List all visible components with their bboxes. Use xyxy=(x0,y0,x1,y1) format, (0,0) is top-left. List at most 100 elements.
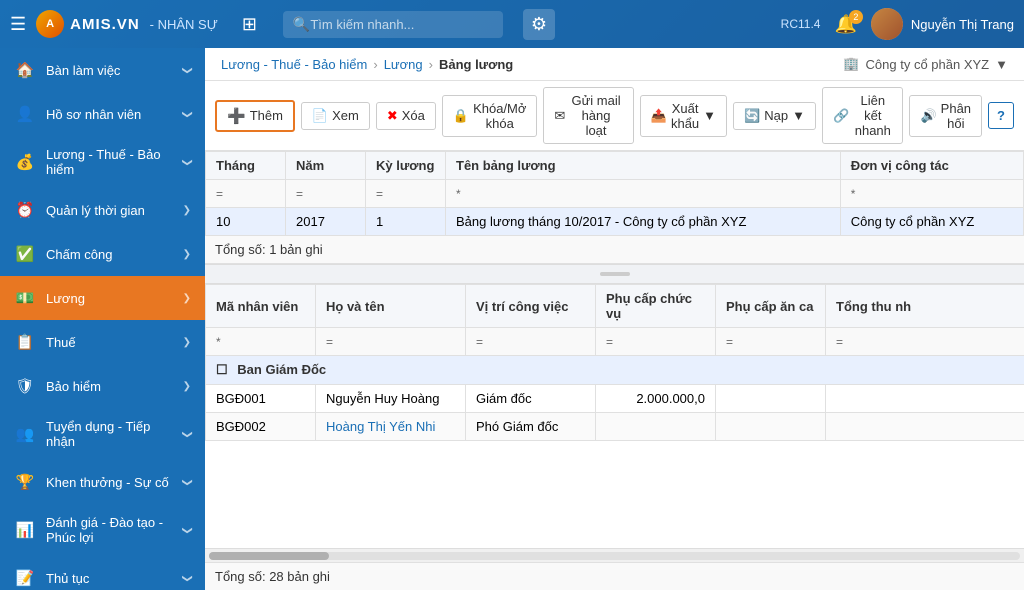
insurance-icon: 🛡 xyxy=(14,375,36,397)
navbar: ☰ A AMIS.VN - NHÂN SỰ ⊞ 🔍 ⚙ RC11.4 🔔 2 N… xyxy=(0,0,1024,48)
cell-tong-thu-2 xyxy=(826,413,1024,441)
col-don-vi-cong-tac: Đơn vị công tác xyxy=(840,152,1023,180)
broadcast-icon: 🔊 xyxy=(920,108,936,124)
chevron-right-icon xyxy=(183,248,191,260)
lock-icon: 🔒 xyxy=(453,108,469,124)
filter-phu-cap-chuc-vu[interactable] xyxy=(606,335,626,349)
add-label: Thêm xyxy=(250,108,283,123)
send-mail-button[interactable]: ✉ Gửi mail hàng loạt xyxy=(543,87,633,144)
cell-don-vi: Công ty cổ phần XYZ xyxy=(840,208,1023,236)
filter-ky-luong[interactable] xyxy=(376,187,396,201)
upper-filter-row xyxy=(206,180,1024,208)
scrollbar-thumb[interactable] xyxy=(209,552,329,560)
cell-phu-cap-cv-2 xyxy=(596,413,716,441)
sidebar-item-luong-thue-bao-hiem[interactable]: 💰 Lương - Thuế - Bảo hiểm xyxy=(0,136,205,188)
group-checkbox[interactable]: ☐ xyxy=(216,362,228,377)
sidebar-item-thu-tuc[interactable]: 📝 Thủ tục xyxy=(0,556,205,590)
col-thang: Tháng xyxy=(206,152,286,180)
lower-table-wrapper[interactable]: Mã nhân viên Họ và tên Vị trí công việc … xyxy=(205,284,1024,548)
eval-icon: 📊 xyxy=(14,519,36,541)
user-info[interactable]: Nguyễn Thị Trang xyxy=(871,8,1014,40)
help-button[interactable]: ? xyxy=(988,102,1014,129)
sidebar-item-khen-thuong[interactable]: 🏆 Khen thưởng - Sự cố xyxy=(0,460,205,504)
dropdown-icon: ▼ xyxy=(995,57,1008,72)
horizontal-scrollbar[interactable] xyxy=(205,548,1024,562)
quick-link-label: Liên kết nhanh xyxy=(853,93,892,138)
upper-table: Tháng Năm Kỳ lương Tên bảng lương Đơn vị… xyxy=(205,151,1024,236)
lower-section: Mã nhân viên Họ và tên Vị trí công việc … xyxy=(205,284,1024,590)
grid-icon[interactable]: ⊞ xyxy=(242,14,257,35)
sidebar: 🏠 Bàn làm việc 👤 Hồ sơ nhân viên 💰 Lương… xyxy=(0,48,205,590)
notification-icon[interactable]: 🔔 2 xyxy=(834,14,856,35)
sidebar-item-luong[interactable]: 💵 Lương xyxy=(0,276,205,320)
filter-thang[interactable] xyxy=(216,187,236,201)
delete-button[interactable]: ✖ Xóa xyxy=(376,102,436,130)
chevron-down-icon xyxy=(183,572,191,584)
sidebar-item-tuyen-dung[interactable]: 👥 Tuyển dụng - Tiếp nhận xyxy=(0,408,205,460)
logo-icon: A xyxy=(36,10,64,38)
filter-nam[interactable] xyxy=(296,187,316,201)
upper-table-row[interactable]: 10 2017 1 Bảng lương tháng 10/2017 - Côn… xyxy=(206,208,1024,236)
sidebar-item-danh-gia[interactable]: 📊 Đánh giá - Đào tạo - Phúc lợi xyxy=(0,504,205,556)
chevron-down-icon xyxy=(183,108,191,120)
lower-table-row-2[interactable]: BGĐ002 Hoàng Thị Yến Nhi Phó Giám đốc xyxy=(206,413,1024,441)
sidebar-item-quan-ly-thoi-gian[interactable]: ⏰ Quản lý thời gian xyxy=(0,188,205,232)
sidebar-label: Hồ sơ nhân viên xyxy=(46,107,183,122)
chevron-right-icon xyxy=(183,380,191,392)
view-button[interactable]: 📄 Xem xyxy=(301,102,370,130)
breadcrumb-link-2[interactable]: Lương xyxy=(384,57,423,72)
sidebar-item-ban-lam-viec[interactable]: 🏠 Bàn làm việc xyxy=(0,48,205,92)
link-icon: 🔗 xyxy=(833,108,849,124)
upper-total: Tổng số: 1 bản ghi xyxy=(205,236,1024,264)
company-selector[interactable]: 🏢 Công ty cổ phần XYZ ▼ xyxy=(843,56,1008,72)
quick-link-button[interactable]: 🔗 Liên kết nhanh xyxy=(822,87,904,144)
export-button[interactable]: 📤 Xuất khẩu ▼ xyxy=(640,95,727,137)
filter-vi-tri[interactable] xyxy=(476,335,496,349)
search-box[interactable]: 🔍 xyxy=(283,11,503,38)
user-name: Nguyễn Thị Trang xyxy=(911,17,1014,32)
breadcrumb-link-1[interactable]: Lương - Thuế - Bảo hiểm xyxy=(221,57,367,72)
col-phu-cap-chuc-vu: Phụ cấp chức vụ xyxy=(596,285,716,328)
chevron-down-icon xyxy=(183,428,191,440)
navbar-right: RC11.4 🔔 2 Nguyễn Thị Trang xyxy=(781,8,1014,40)
sidebar-label: Chấm công xyxy=(46,247,183,262)
col-vi-tri: Vị trí công việc xyxy=(466,285,596,328)
filter-tong-thu[interactable] xyxy=(836,335,856,349)
filter-ten[interactable] xyxy=(456,187,496,201)
hamburger-menu[interactable]: ☰ xyxy=(10,14,26,35)
add-button[interactable]: ➕ Thêm xyxy=(215,100,295,132)
export-icon: 📤 xyxy=(651,108,667,124)
group-label: Ban Giám Đốc xyxy=(237,362,326,377)
filter-ho-ten[interactable] xyxy=(326,335,346,349)
splitter[interactable] xyxy=(205,264,1024,284)
cell-nam: 2017 xyxy=(286,208,366,236)
cell-tong-thu-1 xyxy=(826,385,1024,413)
load-button[interactable]: 🔄 Nạp ▼ xyxy=(733,102,816,130)
cell-ho-ten-1: Nguyễn Huy Hoàng xyxy=(316,385,466,413)
delete-label: Xóa xyxy=(402,108,425,123)
load-dropdown-icon: ▼ xyxy=(792,108,805,123)
sidebar-item-thue[interactable]: 📋 Thuế xyxy=(0,320,205,364)
time-icon: ⏰ xyxy=(14,199,36,221)
lower-table-row-1[interactable]: BGĐ001 Nguyễn Huy Hoàng Giám đốc 2.000.0… xyxy=(206,385,1024,413)
search-input[interactable] xyxy=(310,17,470,32)
filter-ma[interactable] xyxy=(216,335,236,349)
breadcrumb: Lương - Thuế - Bảo hiểm › Lương › Bảng l… xyxy=(205,48,1024,81)
sidebar-item-bao-hiem[interactable]: 🛡 Bảo hiểm xyxy=(0,364,205,408)
chevron-right-icon xyxy=(183,204,191,216)
broadcast-label: Phân hối xyxy=(941,101,971,131)
lock-button[interactable]: 🔒 Khóa/Mở khóa xyxy=(442,95,538,137)
sidebar-item-ho-so-nhan-vien[interactable]: 👤 Hồ sơ nhân viên xyxy=(0,92,205,136)
broadcast-button[interactable]: 🔊 Phân hối xyxy=(909,95,982,137)
chevron-down-icon xyxy=(183,156,191,168)
sidebar-item-cham-cong[interactable]: ✅ Chấm công xyxy=(0,232,205,276)
load-icon: 🔄 xyxy=(744,108,760,124)
sidebar-label: Lương - Thuế - Bảo hiểm xyxy=(46,147,183,177)
filter-phu-cap-an-ca[interactable] xyxy=(726,335,746,349)
breadcrumb-separator: › xyxy=(429,57,433,72)
export-dropdown-icon: ▼ xyxy=(703,108,716,123)
navbar-left: ☰ A AMIS.VN - NHÂN SỰ ⊞ 🔍 ⚙ xyxy=(10,9,555,40)
settings-icon[interactable]: ⚙ xyxy=(523,9,555,40)
filter-don-vi[interactable] xyxy=(851,187,891,201)
cell-ma-2: BGĐ002 xyxy=(206,413,316,441)
